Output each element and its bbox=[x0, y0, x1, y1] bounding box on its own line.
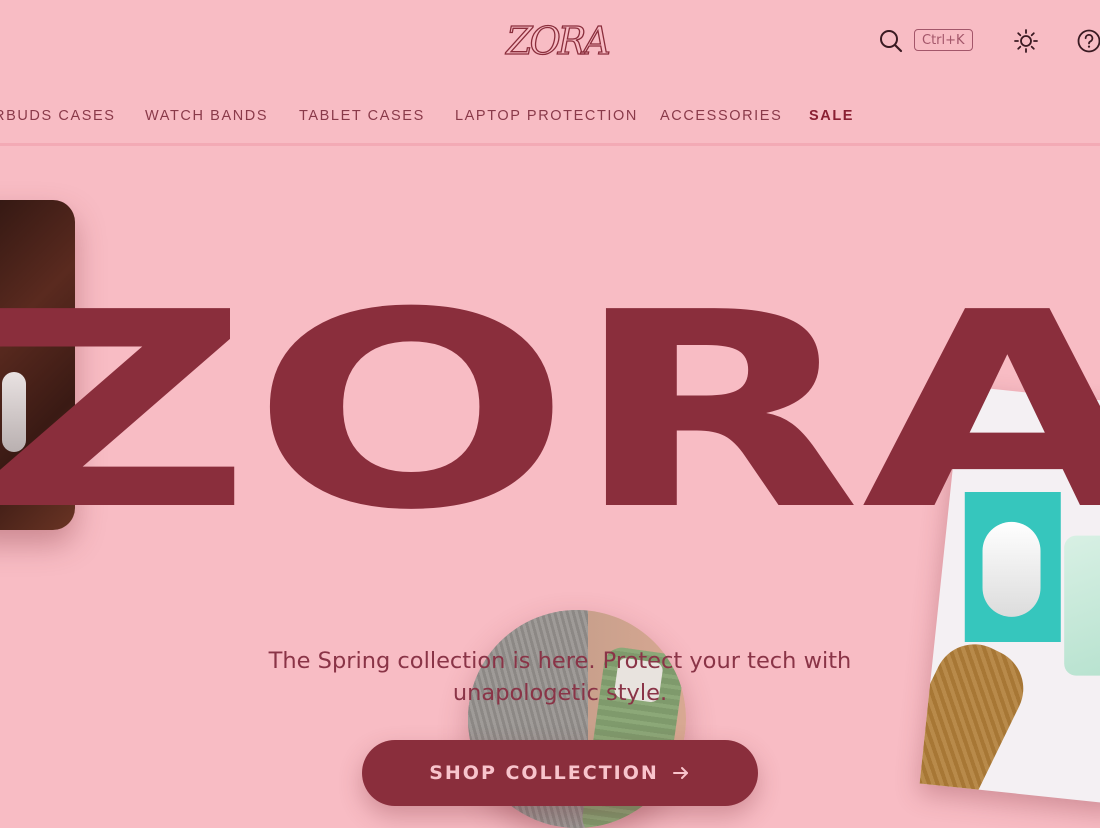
search-icon[interactable] bbox=[878, 28, 904, 54]
search-shortcut-hint: Ctrl+K bbox=[914, 29, 973, 51]
photo-straw-hat bbox=[919, 630, 1037, 805]
nav-item-tablet-cases[interactable]: TABLET CASES bbox=[299, 108, 425, 124]
nav-item-accessories[interactable]: ACCESSORIES bbox=[660, 108, 782, 124]
brand-logo[interactable]: ZORA bbox=[497, 16, 617, 68]
logo-text: ZORA bbox=[505, 19, 609, 63]
category-nav: RBUDS CASES WATCH BANDS TABLET CASES LAP… bbox=[0, 108, 1100, 128]
shop-collection-button[interactable]: SHOP COLLECTION bbox=[362, 740, 758, 806]
hero-tagline: The Spring collection is here. Protect y… bbox=[268, 647, 852, 706]
hero-wordmark-text: ZORA bbox=[0, 254, 1100, 569]
shop-collection-label: SHOP COLLECTION bbox=[429, 762, 659, 784]
nav-item-sale[interactable]: SALE bbox=[809, 108, 854, 124]
nav-item-watch-bands[interactable]: WATCH BANDS bbox=[145, 108, 268, 124]
hero-wordmark: ZORA bbox=[0, 254, 1100, 569]
help-icon[interactable] bbox=[1076, 28, 1100, 54]
sun-icon[interactable] bbox=[1013, 28, 1039, 54]
arrow-right-icon bbox=[672, 767, 688, 779]
site-header: ZORA Ctrl+K RBUDS CASES WATCH BANDS TABL… bbox=[0, 0, 1100, 146]
nav-item-laptop-protection[interactable]: LAPTOP PROTECTION bbox=[455, 108, 638, 124]
nav-item-earbuds-cases[interactable]: RBUDS CASES bbox=[0, 108, 116, 124]
